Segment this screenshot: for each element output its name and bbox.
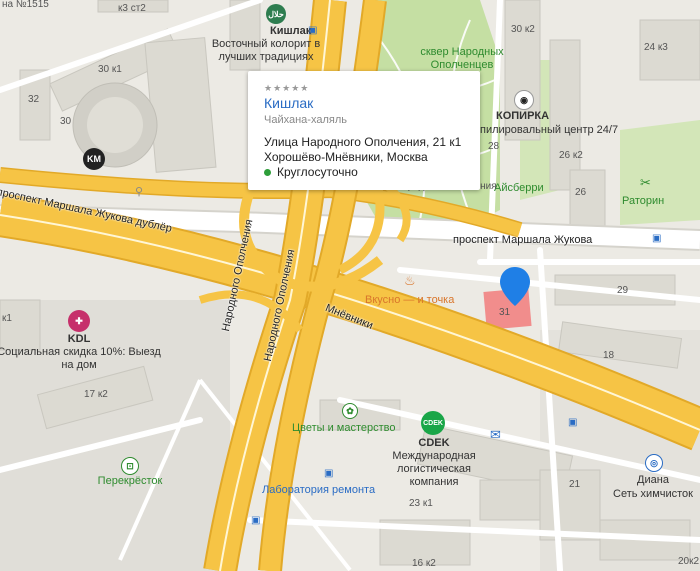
popup-hours: Круглосуточно [264,165,358,179]
house-number: 26 к2 [559,150,583,161]
bus-stop-icon[interactable]: ▣ [251,514,260,527]
house-number: 29 [617,285,629,296]
location-pin-icon[interactable] [498,266,532,308]
poi-kdl-desc2: на дом [61,359,97,371]
popup-category: Чайхана-халяль [264,114,347,126]
open-status-dot [264,169,271,177]
poi-perekrestok[interactable]: Перекрёсток [98,475,163,488]
popup-address-line1: Улица Народного Ополчения, 21 к1 [264,135,462,149]
rating-stars: ★★★★★ [264,83,310,93]
bicycle-icon: ⚲ [135,186,144,198]
dry-cleaning-icon[interactable]: ◎ [645,454,663,472]
poi-kopirka-name[interactable]: КОПИРКА [496,110,549,123]
poi-kishlak-desc2: лучших традициях [218,51,314,63]
poi-kopirka-desc: пилировальный центр 24/7 [480,124,619,136]
halal-icon-label: حلال [268,9,284,19]
scissors-icon: ✂ [640,175,651,190]
flower-icon[interactable]: ✿ [342,403,358,419]
house-number: 28 [488,141,500,152]
poi-aisberri[interactable]: Айсберри [494,182,544,195]
poi-tsvety[interactable]: Цветы и мастерство [292,422,396,435]
poi-laboratoriya[interactable]: Лаборатория ремонта [262,484,375,497]
house-number: 16 к2 [412,558,436,569]
poi-vkusno[interactable]: Вкусно — и точка [365,294,454,307]
poi-kdl-desc1: Социальная скидка 10%: Выезд [0,346,161,358]
house-number: на №1515 [2,0,49,10]
poi-kishlak-name[interactable]: Кишлак [270,25,311,38]
bus-stop-icon[interactable]: ▣ [324,467,333,480]
house-number: 32 [28,94,40,105]
place-popup-card[interactable]: ★★★★★ Кишлак Чайхана-халяль Улица Народн… [248,71,480,190]
house-number: 30 к2 [511,24,535,35]
popup-address: Улица Народного Ополчения, 21 к1 Хорошёв… [264,135,461,165]
poi-diana-desc: Сеть химчисток [613,488,693,500]
kdl-lab-icon[interactable]: ✚ [68,310,90,332]
restaurant-icon: ♨ [404,273,416,288]
house-number: 21 [569,479,581,490]
popup-title[interactable]: Кишлак [264,95,313,111]
poi-diana-name[interactable]: Диана [637,474,669,487]
bus-stop-icon[interactable]: ▣ [652,232,661,245]
house-number: 18 [603,350,615,361]
house-number: 24 к3 [644,42,668,53]
house-number: 30 к1 [98,64,122,75]
poi-cdek-desc3: компания [409,476,459,488]
bus-stop-icon[interactable]: ▣ [308,24,317,37]
poi-cdek-name[interactable]: CDEK [418,437,449,450]
poi-kdl-name[interactable]: KDL [68,333,91,346]
cdek-logo-text: СDEK [423,419,443,427]
poi-skver-label: сквер Народных [420,46,504,58]
km-logo-icon[interactable]: KM [83,148,105,170]
house-number: 26 [575,187,587,198]
popup-hours-text: Круглосуточно [277,165,358,179]
km-logo-text: KM [87,154,101,164]
mail-icon: ✉ [490,427,501,442]
poi-kishlak-desc1: Восточный колорит в [211,38,321,50]
house-number: 23 к1 [409,498,433,509]
copy-center-icon[interactable]: ◉ [514,90,534,110]
road-label-marshala-zhukova: проспект Маршала Жукова [453,234,593,246]
house-number: к3 ст2 [118,3,146,14]
halal-icon[interactable]: حلال [266,4,286,24]
map-canvas[interactable]: проспект Маршала Жукова проспект Маршала… [0,0,700,571]
poi-cdek-desc1: Международная [392,450,476,462]
poi-cdek-desc2: логистическая [397,463,471,475]
popup-address-line2: Хорошёво-Мнёвники, Москва [264,150,428,164]
house-number: к1 [2,313,12,324]
house-number: 20к2 [678,556,700,567]
house-number: 30 [60,116,72,127]
shopping-cart-icon[interactable]: ⊡ [121,457,139,475]
poi-ratorin[interactable]: Раторин [622,195,664,208]
house-number: 17 к2 [84,389,108,400]
bus-stop-icon[interactable]: ▣ [568,416,577,429]
cdek-logo-icon[interactable]: СDEK [421,411,445,435]
